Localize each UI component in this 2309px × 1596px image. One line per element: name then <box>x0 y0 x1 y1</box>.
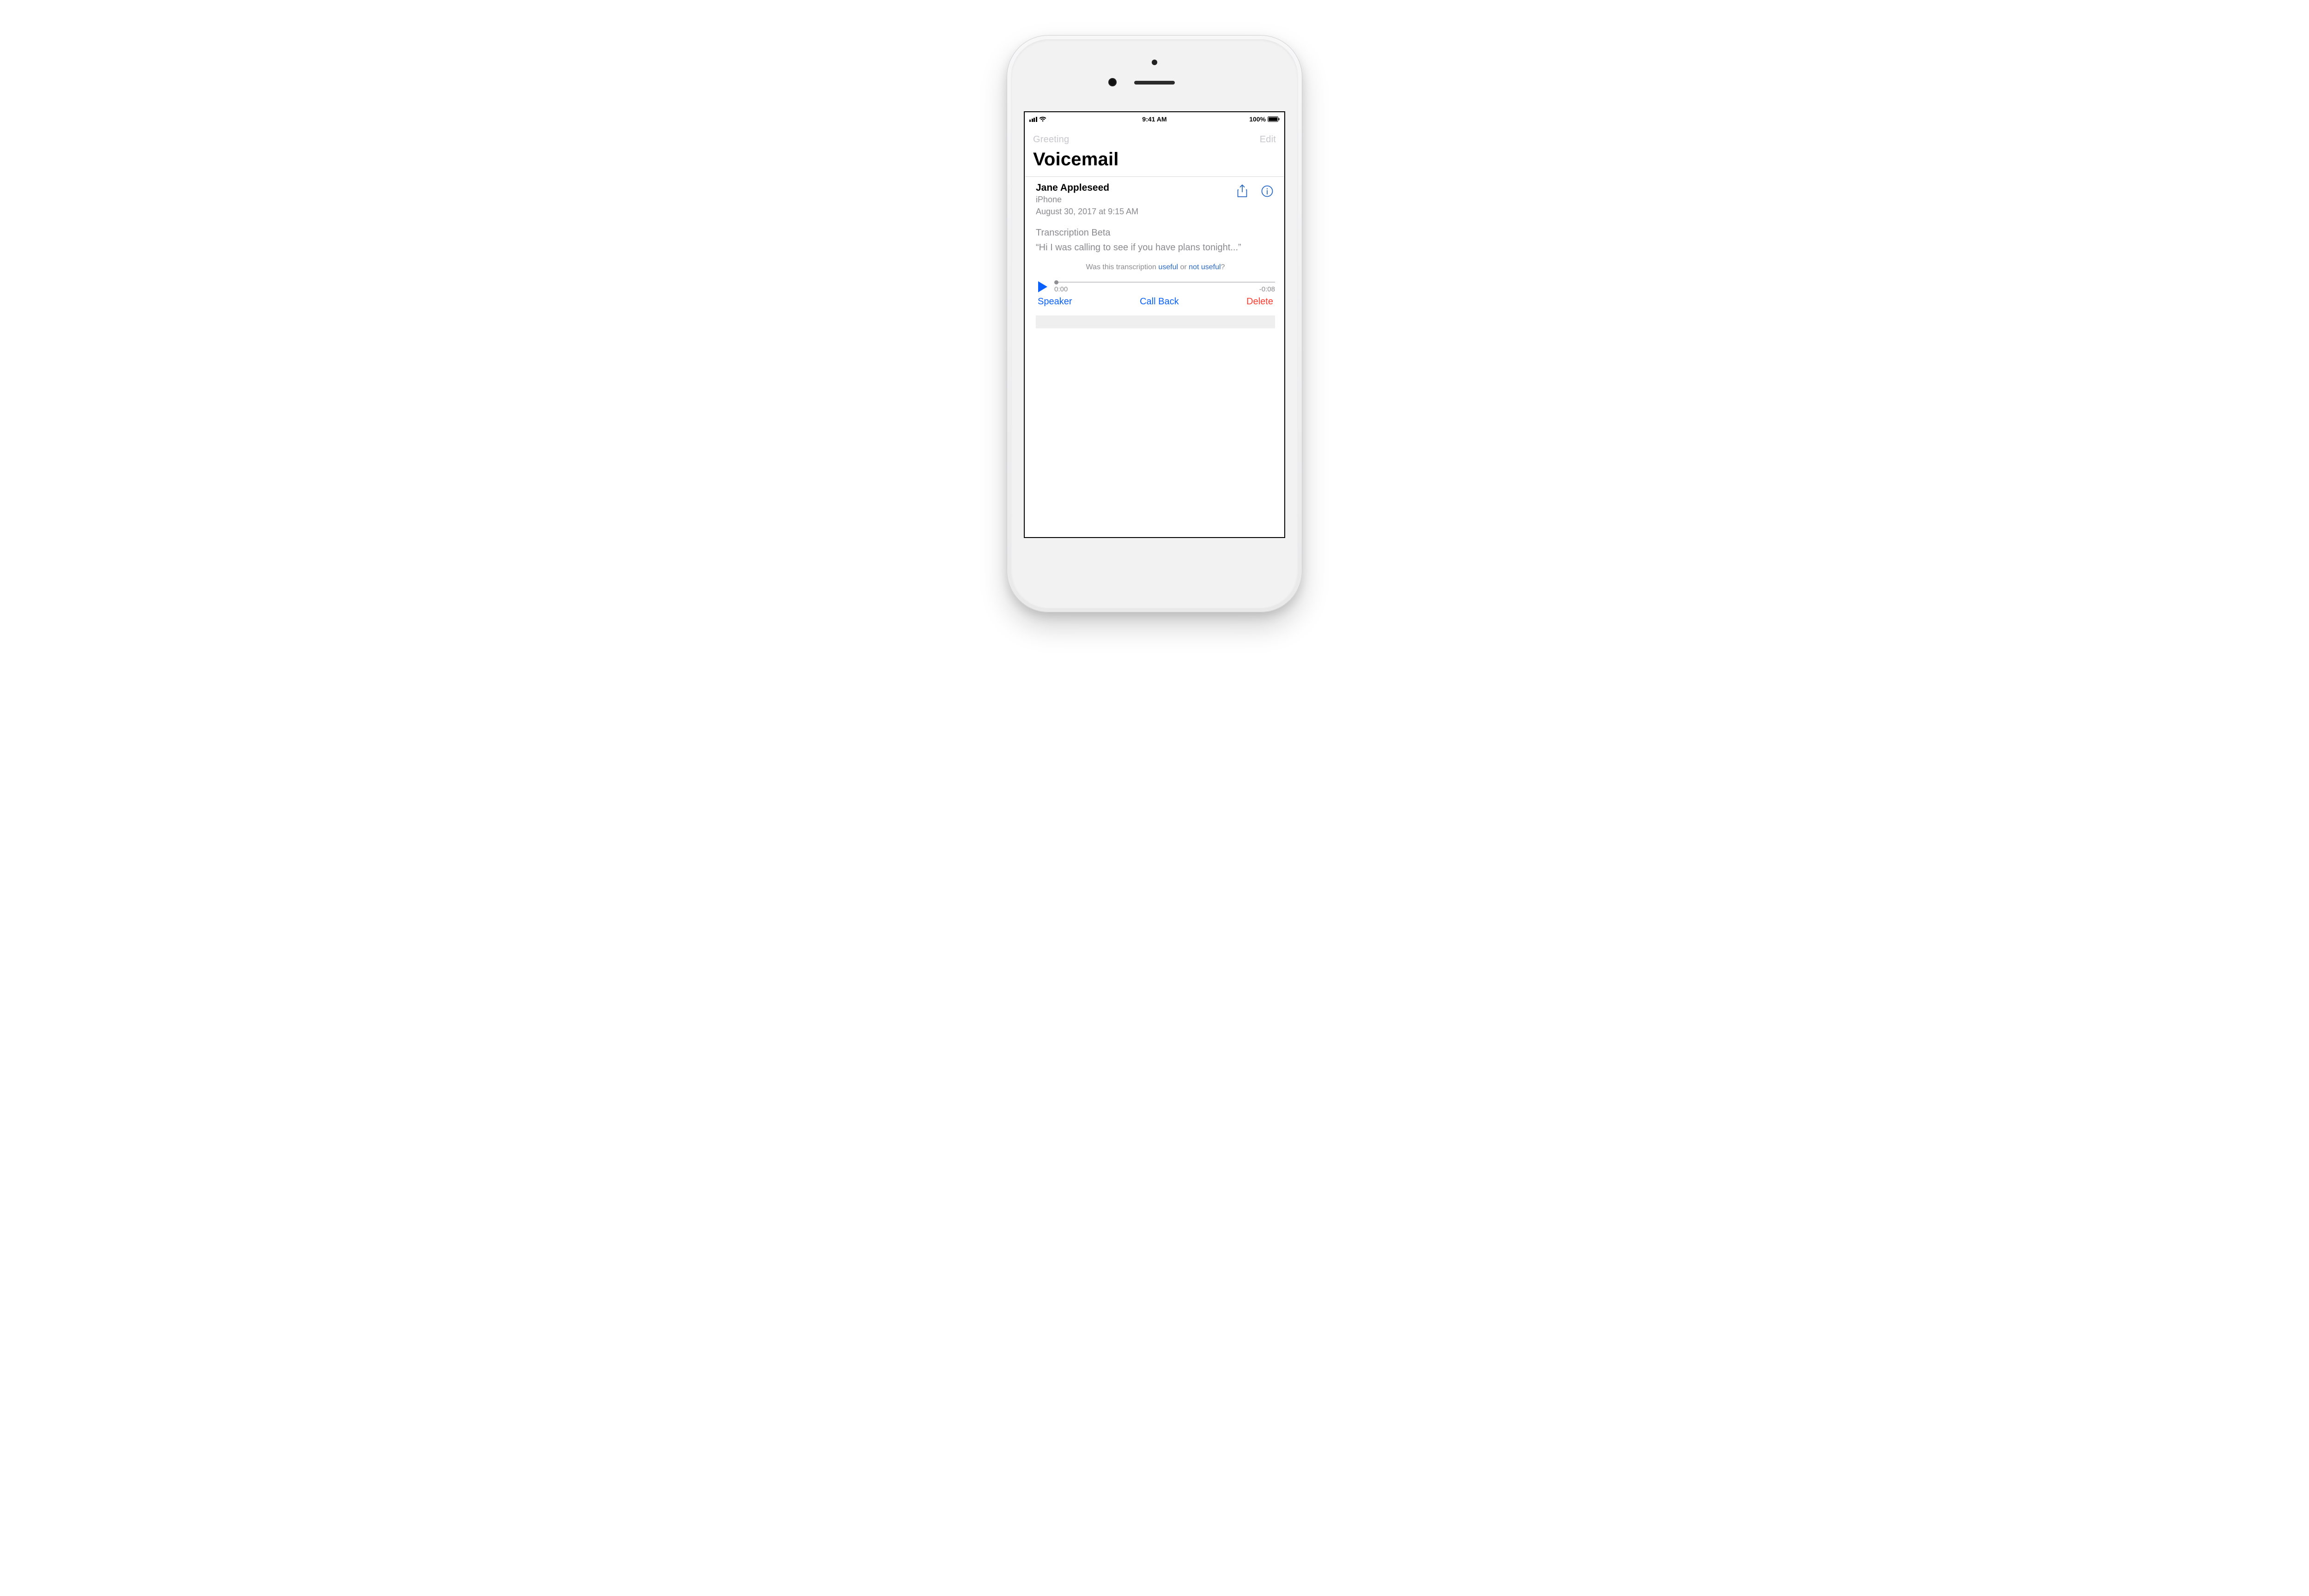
cellular-signal-icon <box>1029 117 1037 122</box>
phone-frame: 9:41 AM 100% Greeting Edit Voicemail <box>1007 35 1302 612</box>
scrubber-thumb[interactable] <box>1054 280 1058 284</box>
wifi-icon <box>1039 116 1046 122</box>
voicemail-datetime: August 30, 2017 at 9:15 AM <box>1036 206 1235 218</box>
time-remaining: -0:08 <box>1259 285 1275 293</box>
battery-icon <box>1268 116 1280 122</box>
proximity-sensor <box>1152 60 1157 65</box>
transcription-label: Transcription Beta <box>1036 228 1275 238</box>
delete-button[interactable]: Delete <box>1246 296 1273 307</box>
call-back-button[interactable]: Call Back <box>1140 296 1179 307</box>
greeting-button[interactable]: Greeting <box>1033 134 1069 145</box>
action-row: Speaker Call Back Delete <box>1036 294 1275 315</box>
battery-percent: 100% <box>1249 115 1266 123</box>
time-elapsed: 0:00 <box>1054 285 1068 293</box>
status-bar: 9:41 AM 100% <box>1025 112 1284 126</box>
caller-source: iPhone <box>1036 193 1235 206</box>
feedback-useful-link[interactable]: useful <box>1158 263 1178 271</box>
front-camera <box>1108 78 1117 86</box>
share-icon[interactable] <box>1235 184 1249 198</box>
phone-screen: 9:41 AM 100% Greeting Edit Voicemail <box>1024 111 1285 538</box>
canvas: 9:41 AM 100% Greeting Edit Voicemail <box>822 0 1487 399</box>
edit-button[interactable]: Edit <box>1260 134 1276 145</box>
playback-row: 0:00 -0:08 <box>1036 280 1275 294</box>
page-title: Voicemail <box>1025 146 1284 176</box>
feedback-or: or <box>1178 263 1189 271</box>
scrubber[interactable]: 0:00 -0:08 <box>1054 280 1275 294</box>
list-gap <box>1036 315 1275 328</box>
play-icon[interactable] <box>1036 280 1050 294</box>
voicemail-card: Jane Appleseed iPhone August 30, 2017 at… <box>1025 177 1284 537</box>
caller-name: Jane Appleseed <box>1036 182 1235 193</box>
feedback-prefix: Was this transcription <box>1086 263 1159 271</box>
feedback-suffix: ? <box>1221 263 1225 271</box>
earpiece-speaker <box>1134 81 1175 85</box>
nav-header: Greeting Edit <box>1025 126 1284 146</box>
speaker-button[interactable]: Speaker <box>1038 296 1072 307</box>
transcription-feedback: Was this transcription useful or not use… <box>1036 263 1275 272</box>
info-icon[interactable] <box>1260 184 1274 198</box>
status-time: 9:41 AM <box>1142 115 1167 123</box>
feedback-not-useful-link[interactable]: not useful <box>1189 263 1221 271</box>
transcription-text: “Hi I was calling to see if you have pla… <box>1036 241 1275 254</box>
